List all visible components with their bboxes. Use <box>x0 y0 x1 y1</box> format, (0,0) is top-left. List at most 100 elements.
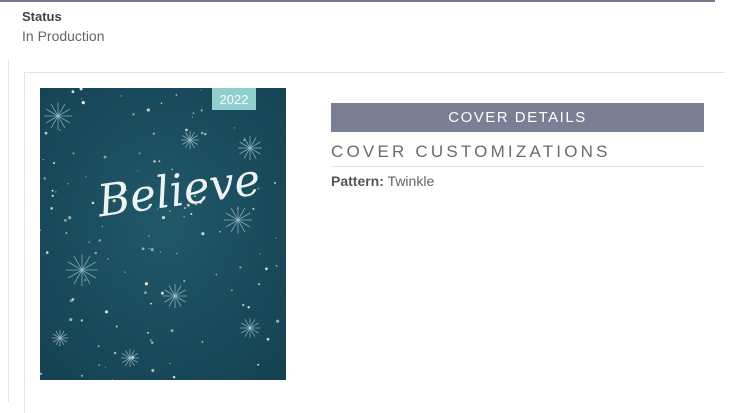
star-dot <box>150 302 152 305</box>
star-dot <box>45 251 49 254</box>
star-dot <box>52 161 56 165</box>
star-dot <box>59 129 61 131</box>
star-dot <box>151 368 155 372</box>
star-dot <box>170 329 174 333</box>
star-dot <box>144 282 149 286</box>
star-dot <box>104 310 109 314</box>
top-divider <box>0 0 715 2</box>
star-dot <box>247 306 250 309</box>
star-dot <box>151 341 154 344</box>
star-dot <box>176 252 178 255</box>
star-dot <box>146 108 150 112</box>
star-dot <box>149 339 152 342</box>
star-dot <box>63 218 67 222</box>
star-dot <box>51 189 54 192</box>
star-dot <box>132 113 135 116</box>
star-dot <box>275 319 280 323</box>
star-dot <box>231 289 233 292</box>
star-dot <box>42 158 44 161</box>
star-dot <box>50 207 54 210</box>
cover-customizations-title: COVER CUSTOMIZATIONS <box>331 142 704 167</box>
star-dot <box>215 273 218 276</box>
star-dot <box>183 279 186 283</box>
star-dot <box>158 160 161 163</box>
star-dot <box>97 345 100 348</box>
star-dot <box>80 319 83 322</box>
star-dot <box>65 232 68 234</box>
star-dot <box>81 100 85 105</box>
star-dot <box>239 266 242 269</box>
star-dot <box>152 132 155 135</box>
star-dot <box>200 89 202 91</box>
star-dot <box>201 232 205 236</box>
star-dot <box>148 235 150 237</box>
star-dot <box>98 364 100 366</box>
cover-image: 2022 Believe <box>40 88 286 380</box>
star-dot <box>105 366 107 368</box>
star-dot <box>148 247 150 250</box>
star-dot <box>259 253 261 255</box>
star-dot <box>84 279 86 281</box>
star-dot <box>258 283 261 286</box>
star-dot <box>124 271 126 273</box>
star-dot <box>91 201 95 205</box>
star-dot <box>43 177 46 180</box>
star-dot <box>159 251 162 253</box>
star-dot <box>72 152 75 155</box>
star-dot <box>88 241 91 243</box>
left-border <box>8 60 9 402</box>
star-dot <box>103 155 107 159</box>
star-dot <box>185 128 188 132</box>
star-dot <box>150 248 154 252</box>
star-dot <box>71 90 75 94</box>
star-dot <box>67 183 69 185</box>
star-dot <box>264 267 268 271</box>
star-dot <box>172 375 176 379</box>
star-dot <box>257 363 260 366</box>
star-dot <box>252 207 255 210</box>
star-dot <box>68 216 72 220</box>
star-dot <box>115 325 118 328</box>
star-dot <box>275 265 278 267</box>
star-dot <box>160 291 164 295</box>
star-dot <box>44 131 48 135</box>
cover-details-header: COVER DETAILS <box>331 103 704 132</box>
star-dot <box>98 239 101 242</box>
star-dot <box>273 181 277 184</box>
star-dot <box>55 191 57 193</box>
star-dot <box>200 109 203 112</box>
star-dot <box>233 127 236 129</box>
status-label: Status <box>22 9 62 24</box>
star-dot <box>242 303 245 307</box>
star-dot <box>141 247 145 251</box>
pattern-value: Twinkle <box>387 173 435 189</box>
star-dot <box>169 362 171 365</box>
star-dot <box>113 351 117 355</box>
star-dot <box>94 251 98 255</box>
pattern-label: Pattern: <box>331 173 384 189</box>
star-dot <box>144 291 147 295</box>
star-dot <box>138 152 141 155</box>
star-dot <box>107 258 109 260</box>
star-dot <box>85 176 87 178</box>
star-dot <box>160 102 163 105</box>
star-dot <box>152 159 156 163</box>
star-dot <box>51 194 54 197</box>
star-dot <box>275 237 277 239</box>
star-dot <box>175 94 178 96</box>
star-dot <box>120 95 122 97</box>
pattern-row: Pattern: Twinkle <box>331 173 434 189</box>
star-dot <box>146 331 150 334</box>
year-badge: 2022 <box>212 88 256 110</box>
star-dot <box>200 131 204 135</box>
star-dot <box>183 216 185 218</box>
star-dot <box>71 298 75 301</box>
star-dot <box>80 374 83 377</box>
year-badge-text: 2022 <box>220 92 249 107</box>
star-dot <box>219 230 221 233</box>
star-dot <box>266 337 270 341</box>
star-dot <box>191 116 194 118</box>
star-dot <box>69 318 73 322</box>
status-value: In Production <box>22 28 105 44</box>
star-dot <box>58 344 60 346</box>
